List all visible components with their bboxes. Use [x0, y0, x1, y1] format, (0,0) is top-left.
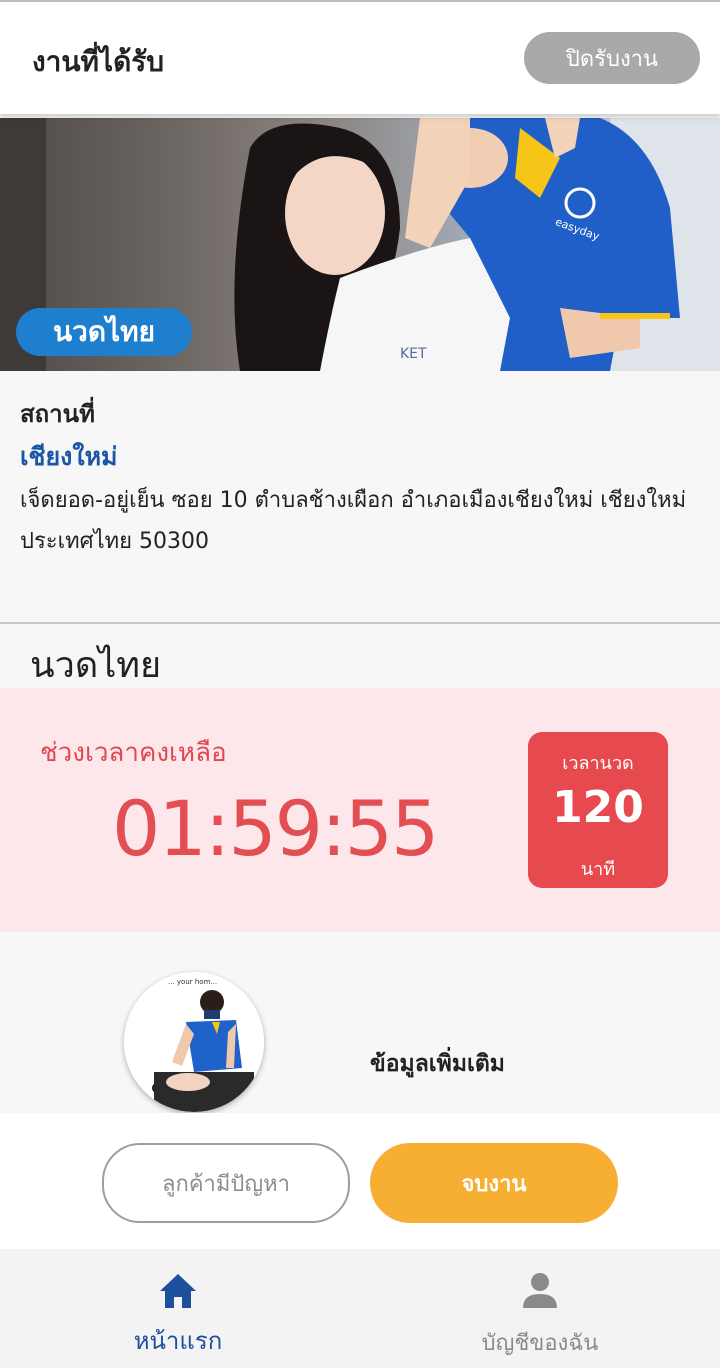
svg-text:KET: KET — [400, 346, 427, 362]
time-remaining-label: ช่วงเวลาคงเหลือ — [40, 738, 227, 768]
duration-label: เวลานวด — [562, 753, 634, 774]
service-hero-image: KET easyday นวดไทย — [0, 118, 720, 371]
nav-home-label: หน้าแรก — [133, 1327, 223, 1355]
service-title: นวดไทย — [30, 645, 162, 686]
therapist-photo: ... your hom... — [124, 972, 264, 1112]
bottom-navigation: หน้าแรก บัญชีของฉัน — [0, 1249, 720, 1368]
svg-text:... your hom...: ... your hom... — [168, 978, 217, 986]
timer-panel: ช่วงเวลาคงเหลือ 01:59:55 เวลานวด 120 นาท… — [0, 688, 720, 932]
nav-account-label: บัญชีของฉัน — [481, 1331, 599, 1356]
person-icon — [523, 1273, 557, 1308]
customer-problem-button[interactable]: ลูกค้ามีปัญหา — [102, 1143, 350, 1223]
page-title: งานที่ได้รับ — [32, 45, 165, 78]
action-bar: ลูกค้ามีปัญหา จบงาน — [0, 1113, 720, 1249]
duration-value: 120 — [552, 782, 644, 833]
service-type-badge: นวดไทย — [16, 308, 192, 356]
app-header: งานที่ได้รับ ปิดรับงาน — [0, 2, 720, 114]
home-icon — [160, 1274, 196, 1308]
more-info-link[interactable]: ข้อมูลเพิ่มเติม — [370, 1046, 505, 1082]
location-address: เจ็ดยอด-อยู่เย็น ซอย 10 ตำบลช้างเผือก อำ… — [20, 488, 687, 554]
nav-home[interactable]: หน้าแรก — [58, 1249, 298, 1368]
countdown-timer: 01:59:55 — [112, 784, 439, 873]
duration-box: เวลานวด 120 นาที — [528, 732, 668, 888]
nav-account[interactable]: บัญชีของฉัน — [420, 1249, 660, 1368]
close-jobs-button[interactable]: ปิดรับงาน — [524, 32, 700, 84]
finish-job-button[interactable]: จบงาน — [370, 1143, 618, 1223]
section-divider — [0, 622, 720, 624]
therapist-avatar[interactable]: ... your hom... — [124, 972, 264, 1112]
location-city: เชียงใหม่ — [20, 442, 118, 471]
location-label: สถานที่ — [20, 400, 95, 428]
duration-unit: นาที — [580, 859, 616, 880]
